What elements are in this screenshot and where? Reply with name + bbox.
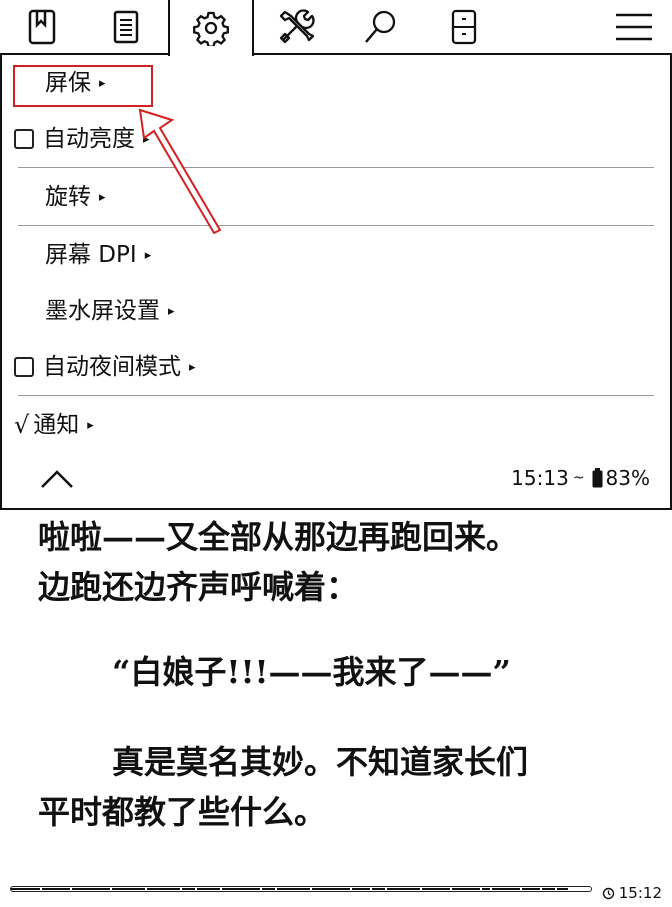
annotation-arrow-icon — [138, 108, 222, 235]
